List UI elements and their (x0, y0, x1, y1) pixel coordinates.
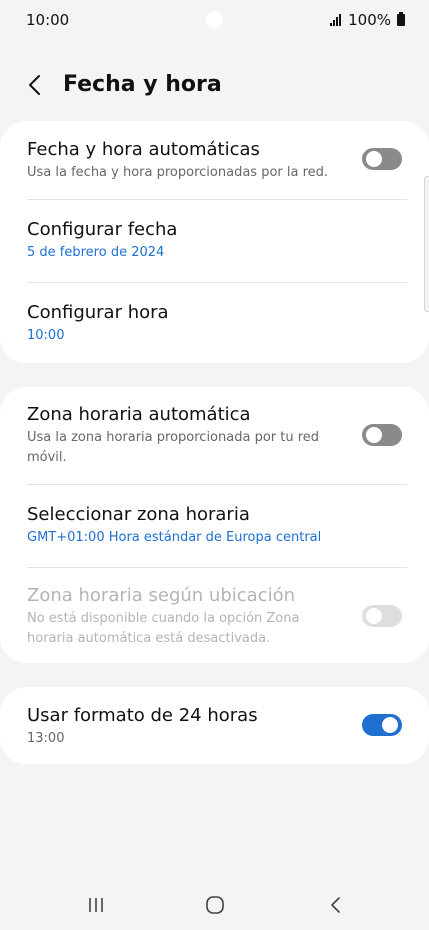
camera-cutout (206, 11, 223, 28)
select-timezone-value: GMT+01:00 Hora estándar de Europa centra… (27, 530, 322, 545)
toggle-knob (366, 608, 382, 624)
auto-timezone-title: Zona horaria automática (27, 404, 251, 425)
toggle-knob (382, 717, 398, 733)
location-timezone-subtitle-line1: No está disponible cuando la opción Zona (27, 611, 300, 626)
status-bar: 10:00 100% (0, 0, 429, 40)
recent-apps-icon (89, 898, 103, 912)
chevron-left-icon (331, 897, 340, 913)
format-24h-toggle[interactable] (362, 714, 402, 736)
back-nav-button[interactable] (321, 894, 351, 916)
auto-datetime-subtitle: Usa la fecha y hora proporcionadas por l… (27, 165, 329, 180)
auto-timezone-subtitle-line2: móvil. (27, 450, 67, 465)
date-time-card: Fecha y hora automáticas Usa la fecha y … (0, 121, 429, 363)
set-date-row[interactable]: Configurar fecha 5 de febrero de 2024 (0, 200, 429, 282)
signal-icon (330, 14, 342, 26)
scroll-indicator[interactable] (424, 176, 429, 312)
screen: 10:00 100% Fecha y hora Fecha y hora aut… (0, 0, 429, 930)
navigation-bar (0, 880, 429, 930)
format-card: Usar formato de 24 horas 13:00 (0, 687, 429, 764)
location-timezone-row: Zona horaria según ubicación No está dis… (0, 568, 429, 663)
status-time: 10:00 (26, 11, 70, 29)
auto-datetime-title: Fecha y hora automáticas (27, 139, 260, 160)
auto-timezone-toggle[interactable] (362, 424, 402, 446)
format-24h-row[interactable]: Usar formato de 24 horas 13:00 (0, 687, 429, 764)
auto-timezone-subtitle-line1: Usa la zona horaria proporcionada por tu… (27, 430, 320, 445)
auto-timezone-row[interactable]: Zona horaria automática Usa la zona hora… (0, 387, 429, 484)
home-icon (206, 896, 224, 914)
app-bar: Fecha y hora (0, 64, 429, 108)
battery-percentage: 100% (348, 11, 391, 29)
auto-datetime-toggle[interactable] (362, 148, 402, 170)
toggle-knob (366, 427, 382, 443)
set-date-value: 5 de febrero de 2024 (27, 245, 165, 260)
location-timezone-title: Zona horaria según ubicación (27, 585, 296, 606)
home-button[interactable] (200, 894, 230, 916)
set-time-row[interactable]: Configurar hora 10:00 (0, 283, 429, 363)
format-24h-title: Usar formato de 24 horas (27, 705, 258, 726)
location-timezone-subtitle-line2: horaria automática está desactivada. (27, 631, 271, 646)
format-24h-value: 13:00 (27, 731, 65, 746)
timezone-card: Zona horaria automática Usa la zona hora… (0, 387, 429, 663)
battery-icon (397, 12, 405, 26)
toggle-knob (366, 151, 382, 167)
set-date-title: Configurar fecha (27, 219, 178, 240)
set-time-value: 10:00 (27, 328, 65, 343)
location-timezone-toggle (362, 605, 402, 627)
auto-datetime-row[interactable]: Fecha y hora automáticas Usa la fecha y … (0, 121, 429, 199)
status-indicators: 100% (330, 11, 405, 29)
chevron-left-icon (29, 75, 40, 95)
back-button[interactable] (20, 70, 50, 100)
select-timezone-row[interactable]: Seleccionar zona horaria GMT+01:00 Hora … (0, 485, 429, 567)
select-timezone-title: Seleccionar zona horaria (27, 504, 250, 525)
page-title: Fecha y hora (63, 72, 222, 97)
recent-apps-button[interactable] (81, 894, 111, 916)
set-time-title: Configurar hora (27, 302, 169, 323)
